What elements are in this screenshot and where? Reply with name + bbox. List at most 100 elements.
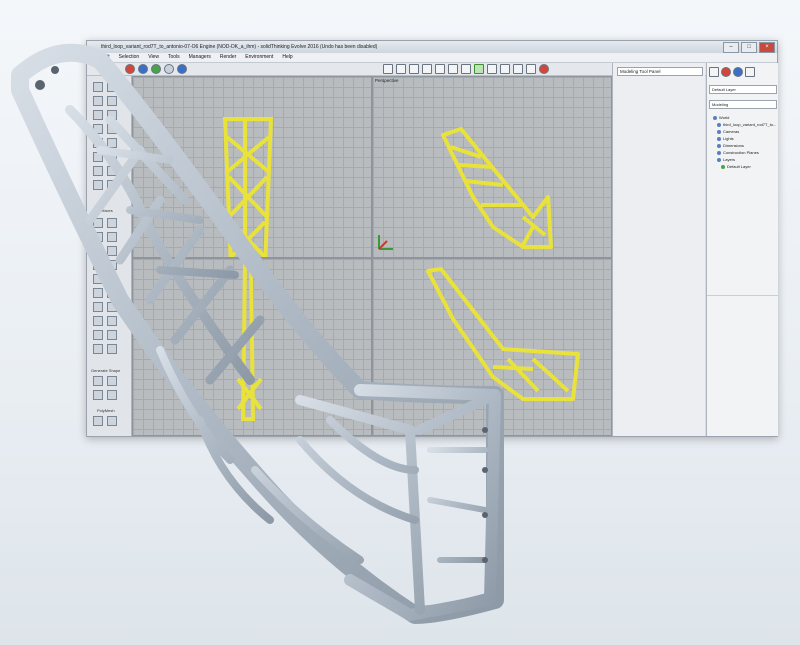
edit-curve-icon[interactable] <box>93 166 103 176</box>
light-icon[interactable] <box>151 64 161 74</box>
tree-item[interactable]: Cameras <box>717 129 739 134</box>
line-icon[interactable] <box>107 82 117 92</box>
revolve-icon[interactable] <box>107 218 117 228</box>
tree-item[interactable]: Dimensions <box>717 143 744 148</box>
extend-icon[interactable] <box>107 138 117 148</box>
menu-managers[interactable]: Managers <box>189 53 211 62</box>
layer-visibility-icon[interactable] <box>733 67 743 77</box>
layer-lock-icon[interactable] <box>745 67 755 77</box>
analyze-surface-icon[interactable] <box>107 344 117 354</box>
polymesh-section-label: PolyMesh <box>97 408 115 413</box>
new-layer-icon[interactable] <box>709 67 719 77</box>
network-icon[interactable] <box>93 260 103 270</box>
tool-palette: Surfaces Generate Shape PolyMesh <box>87 76 132 436</box>
tree-item[interactable]: World <box>713 115 729 120</box>
fillet-icon[interactable] <box>93 138 103 148</box>
front-view-part <box>222 117 274 257</box>
mirror-icon[interactable] <box>93 316 103 326</box>
viewport-front[interactable] <box>132 76 372 258</box>
view-front-icon[interactable] <box>396 64 406 74</box>
tree-item[interactable]: third_loop_variant_rod7T_to... <box>717 122 776 127</box>
offset-icon[interactable] <box>93 124 103 134</box>
stop-icon[interactable] <box>539 64 549 74</box>
window-title: third_loop_variant_rod7T_to_antonio-07-O… <box>87 41 777 53</box>
sphere-icon[interactable] <box>138 64 148 74</box>
close-button[interactable]: × <box>759 42 775 53</box>
blend-icon[interactable] <box>93 180 103 190</box>
loft-icon[interactable] <box>107 232 117 242</box>
menu-render[interactable]: Render <box>220 53 236 62</box>
tree-item[interactable]: Lights <box>717 136 734 141</box>
split-icon[interactable] <box>107 180 117 190</box>
grid-icon[interactable] <box>487 64 497 74</box>
render-icon[interactable] <box>125 64 135 74</box>
rotate-icon[interactable] <box>435 64 445 74</box>
menu-tools[interactable]: Tools <box>168 53 180 62</box>
deform-icon[interactable] <box>93 330 103 340</box>
zoom-icon[interactable] <box>448 64 458 74</box>
maximize-button[interactable]: □ <box>741 42 757 53</box>
dimensions-icon <box>717 143 721 148</box>
pattern-icon[interactable] <box>107 316 117 326</box>
tree-item[interactable]: Default Layer <box>721 164 751 169</box>
command-input[interactable]: Modeling Tool Panel <box>617 67 703 76</box>
polymesh-edit-icon[interactable] <box>107 416 117 426</box>
menu-edit[interactable]: Edit <box>101 53 110 62</box>
menu-environment[interactable]: Environment <box>245 53 273 62</box>
view-top-icon[interactable] <box>383 64 393 74</box>
minimize-button[interactable]: – <box>723 42 739 53</box>
intersect-icon[interactable] <box>107 152 117 162</box>
rectangle-icon[interactable] <box>107 110 117 120</box>
axis-gizmo-icon <box>378 235 393 250</box>
solid-sphere-icon[interactable] <box>107 274 117 284</box>
snap-icon[interactable] <box>500 64 510 74</box>
support-icon[interactable] <box>107 390 117 400</box>
morph-icon[interactable] <box>107 330 117 340</box>
menu-view[interactable]: View <box>148 53 159 62</box>
patch-icon[interactable] <box>107 246 117 256</box>
surface-fillet-icon[interactable] <box>107 260 117 270</box>
view-side-icon[interactable] <box>409 64 419 74</box>
design-space-icon[interactable] <box>107 376 117 386</box>
viewport-top[interactable] <box>132 258 372 436</box>
display-mode-dropdown[interactable]: Modeling <box>709 100 777 109</box>
circle-icon[interactable] <box>93 110 103 120</box>
shell-icon[interactable] <box>107 288 117 298</box>
project-icon[interactable] <box>93 152 103 162</box>
load-icon[interactable] <box>93 390 103 400</box>
arc-icon[interactable] <box>107 96 117 106</box>
boolean-icon[interactable] <box>93 288 103 298</box>
menu-selection[interactable]: Selection <box>119 53 140 62</box>
viewport-perspective[interactable]: Perspective <box>372 76 612 258</box>
extrude-icon[interactable] <box>93 218 103 228</box>
current-layer-dropdown[interactable]: Default Layer <box>709 85 777 94</box>
layers-icon <box>717 157 721 162</box>
tree-item[interactable]: Construction Planes <box>717 150 759 155</box>
generate-shape-section-label: Generate Shape <box>91 368 121 373</box>
tree-item[interactable]: Layers <box>717 157 735 162</box>
curve-icon[interactable] <box>93 96 103 106</box>
draft-icon[interactable] <box>107 302 117 312</box>
analysis-icon[interactable] <box>526 64 536 74</box>
zoom-extents-icon[interactable] <box>461 64 471 74</box>
measure-icon[interactable] <box>513 64 523 74</box>
globe-icon[interactable] <box>177 64 187 74</box>
rebuild-icon[interactable] <box>107 166 117 176</box>
perspective-view-part <box>378 127 553 250</box>
edit-surface-icon[interactable] <box>93 344 103 354</box>
trim-icon[interactable] <box>107 124 117 134</box>
viewport-side[interactable] <box>372 258 612 436</box>
point-icon[interactable] <box>93 82 103 92</box>
select-icon[interactable] <box>474 64 484 74</box>
solid-box-icon[interactable] <box>93 274 103 284</box>
thicken-icon[interactable] <box>93 302 103 312</box>
optimize-icon[interactable] <box>93 376 103 386</box>
delete-layer-icon[interactable] <box>721 67 731 77</box>
layers-panel: Default Layer Modeling World third_loop_… <box>706 63 778 436</box>
menu-help[interactable]: Help <box>282 53 292 62</box>
pan-icon[interactable] <box>422 64 432 74</box>
material-icon[interactable] <box>164 64 174 74</box>
sweep-icon[interactable] <box>93 232 103 242</box>
polymesh-create-icon[interactable] <box>93 416 103 426</box>
skin-icon[interactable] <box>93 246 103 256</box>
